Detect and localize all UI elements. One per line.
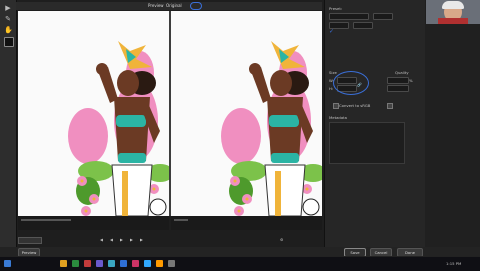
- quality-field[interactable]: [387, 85, 409, 92]
- percent-label: %: [409, 78, 413, 83]
- zoom-select[interactable]: [18, 237, 42, 244]
- top: [269, 115, 299, 127]
- flower-center: [92, 197, 96, 201]
- hand: [249, 63, 261, 75]
- ball: [149, 198, 167, 216]
- size-label: Size: [329, 70, 337, 75]
- annotation-circle: [333, 71, 369, 95]
- info-line-left: [21, 219, 71, 221]
- nav-next-icon[interactable]: ▶: [130, 237, 133, 242]
- percent-field[interactable]: [387, 77, 409, 84]
- ribbon: [275, 171, 281, 216]
- info-bar-left: [18, 216, 169, 230]
- torso: [114, 97, 150, 161]
- annotation-scribble: [190, 2, 202, 10]
- preview-pane-left[interactable]: [18, 11, 174, 217]
- export-settings-panel: Preset: ✓ Size W: H: 🔗 % Quality Convert…: [324, 0, 425, 247]
- preset-select[interactable]: [329, 13, 369, 20]
- skirt: [111, 164, 153, 217]
- flower-center: [245, 197, 249, 201]
- head: [270, 70, 292, 96]
- gear-icon[interactable]: ⚙: [280, 237, 283, 242]
- convert-label: Convert to sRGB: [339, 103, 371, 108]
- pencil-icon[interactable]: ✎: [4, 15, 12, 23]
- os-taskbar: 1:15 PM: [0, 256, 480, 271]
- right-empty-area: [425, 24, 480, 256]
- hand-icon[interactable]: ✋: [4, 26, 13, 34]
- app-icon[interactable]: [60, 260, 67, 267]
- feather-shape: [68, 108, 108, 164]
- option-checkbox[interactable]: [387, 103, 393, 109]
- app-icon[interactable]: [72, 260, 79, 267]
- feather-shape: [221, 108, 261, 164]
- flower-center: [80, 179, 84, 183]
- flower-center: [84, 209, 88, 213]
- webcam-hair: [442, 1, 464, 9]
- canvas-tab-bar: Preview Original: [16, 2, 322, 10]
- app-icon[interactable]: [168, 260, 175, 267]
- preset-label: Preset:: [329, 6, 343, 11]
- preview-pane-right[interactable]: [171, 11, 327, 217]
- tool-strip: ▶ ✎ ✋: [0, 0, 17, 247]
- nav-last-icon[interactable]: ▶: [140, 237, 143, 242]
- app-icon[interactable]: [84, 260, 91, 267]
- start-icon[interactable]: [4, 260, 11, 267]
- info-line-right: [174, 219, 188, 221]
- color-swatch-icon[interactable]: [4, 37, 14, 47]
- nav-play-icon[interactable]: ▶: [120, 237, 123, 242]
- flower-center: [305, 187, 309, 191]
- info-bar-right: [171, 216, 322, 230]
- ball: [302, 198, 320, 216]
- belt: [271, 153, 299, 163]
- photoshop-app-icon[interactable]: [144, 260, 151, 267]
- nav-controls: ◀ ◀ ▶ ▶ ▶: [100, 237, 160, 242]
- flower-center: [233, 179, 237, 183]
- app-icon[interactable]: [120, 260, 127, 267]
- app-icon[interactable]: [108, 260, 115, 267]
- height-label: H:: [329, 86, 334, 91]
- tab-original[interactable]: Original: [166, 3, 182, 8]
- top: [116, 115, 146, 127]
- torso: [267, 97, 303, 161]
- hand: [96, 63, 108, 75]
- app-icon[interactable]: [156, 260, 163, 267]
- character-artwork-right: [221, 41, 327, 217]
- app-icon[interactable]: [96, 260, 103, 267]
- selection-arrow-icon[interactable]: ▶: [4, 4, 12, 12]
- bottom-right-controls: ⚙: [280, 237, 320, 242]
- metadata-box[interactable]: [329, 122, 405, 164]
- nav-prev-icon[interactable]: ◀: [110, 237, 113, 242]
- skirt: [264, 164, 306, 217]
- dialog-footer: Preview Save Cancel Done: [0, 247, 480, 257]
- ribbon: [122, 171, 128, 216]
- clock: 1:15 PM: [446, 261, 462, 266]
- eyedropper-icon[interactable]: ✓: [329, 28, 334, 35]
- app-icon[interactable]: [132, 260, 139, 267]
- metadata-label: Metadata: [329, 115, 347, 120]
- option-select[interactable]: [353, 22, 373, 29]
- format-select[interactable]: [373, 13, 393, 20]
- flower-center: [237, 209, 241, 213]
- flower-center: [152, 187, 156, 191]
- character-artwork-left: [68, 41, 174, 217]
- tab-preview[interactable]: Preview: [148, 3, 164, 8]
- quality-label: Quality: [395, 70, 409, 75]
- webcam-overlay: [426, 0, 480, 24]
- nav-first-icon[interactable]: ◀: [100, 237, 103, 242]
- head: [117, 70, 139, 96]
- belt: [118, 153, 146, 163]
